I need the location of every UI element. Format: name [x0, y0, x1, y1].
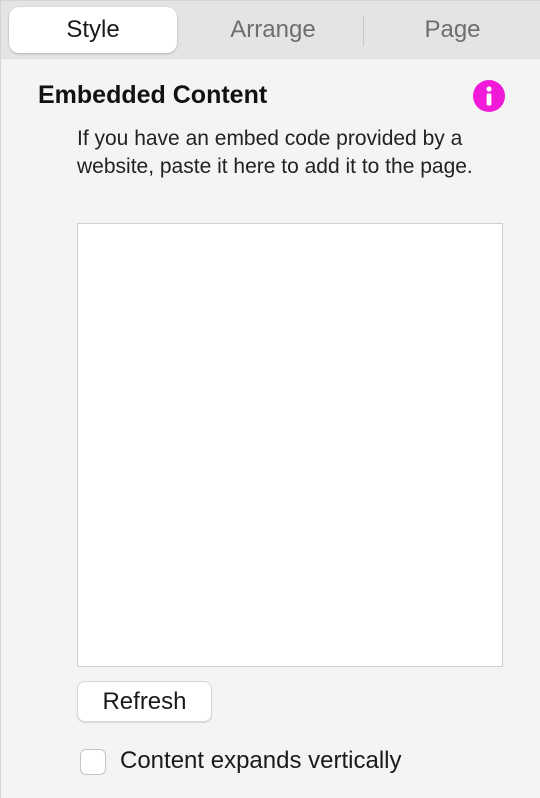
inspector-tab-bar: Style Arrange Page: [1, 1, 540, 59]
info-icon[interactable]: [473, 80, 505, 112]
inspector-panel: Style Arrange Page Embedded Content If y…: [0, 0, 540, 798]
embed-code-input[interactable]: [77, 223, 503, 667]
refresh-button[interactable]: Refresh: [77, 681, 212, 722]
embed-description: If you have an embed code provided by a …: [77, 127, 473, 178]
content-expands-label[interactable]: Content expands vertically: [120, 747, 401, 775]
tab-style[interactable]: Style: [9, 7, 177, 53]
tab-page[interactable]: Page: [364, 7, 540, 53]
section-title: Embedded Content: [38, 81, 268, 109]
content-expands-checkbox[interactable]: [80, 749, 106, 775]
tab-arrange[interactable]: Arrange: [183, 7, 363, 53]
